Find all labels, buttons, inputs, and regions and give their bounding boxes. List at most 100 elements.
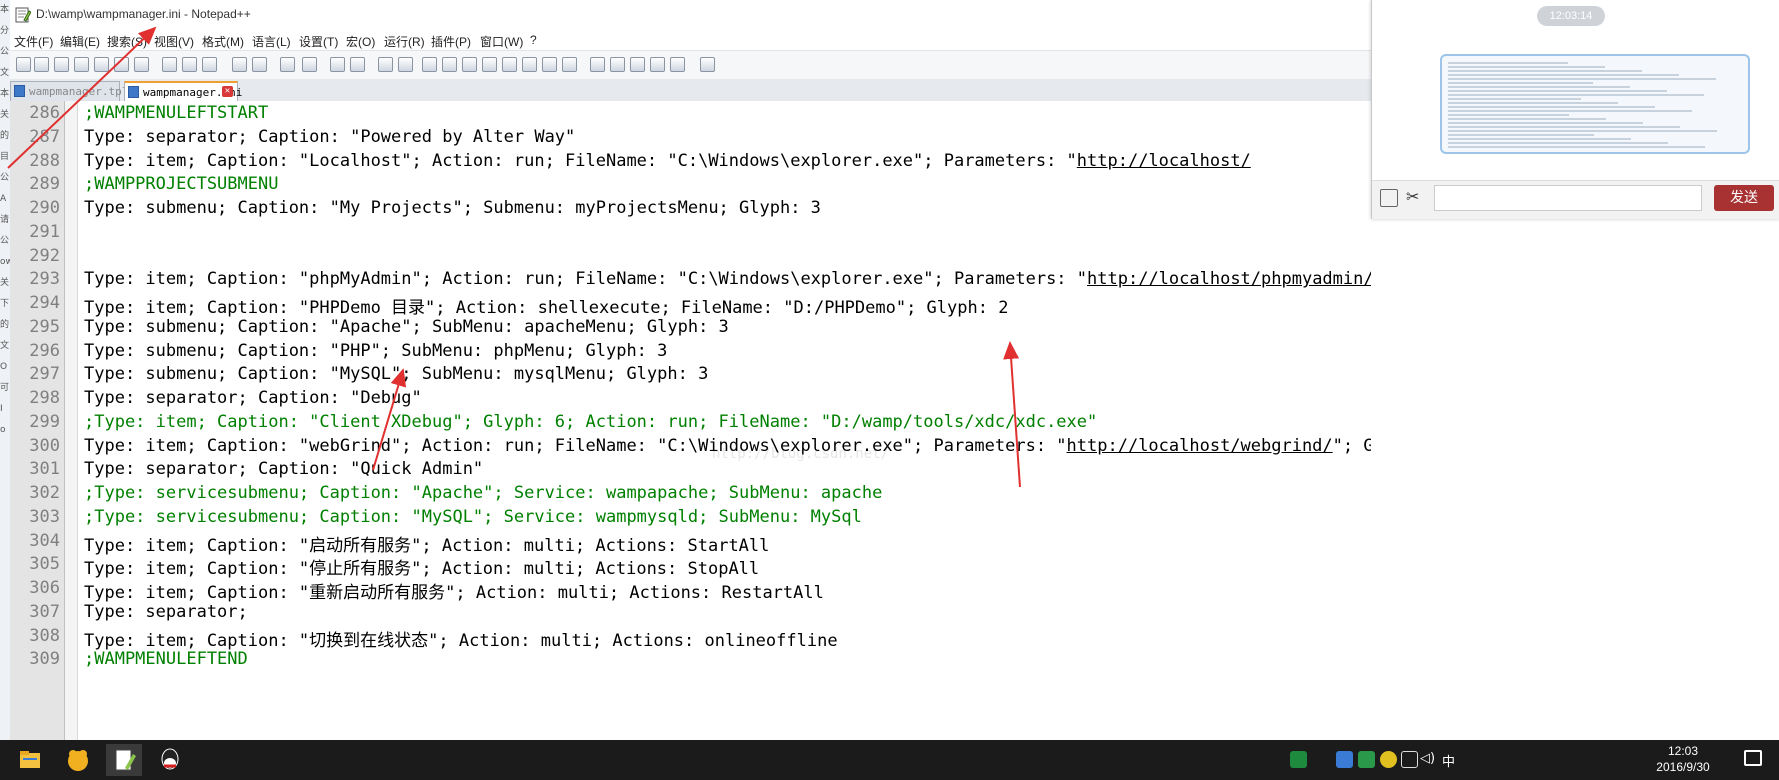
tab-wampmanager-tpl[interactable]: wampmanager.tpl: [10, 81, 128, 101]
tray-360-icon[interactable]: [1380, 751, 1397, 768]
url-link[interactable]: http://localhost/phpmyadmin/: [1087, 269, 1371, 289]
notepadpp-taskbar-icon[interactable]: [106, 744, 142, 776]
background-text-fragment: 目: [0, 152, 10, 162]
word-wrap-icon[interactable]: [422, 57, 437, 72]
tab-wampmanager-ini[interactable]: wampmanager.ini ✕: [124, 81, 242, 101]
run-macro-multiple-icon[interactable]: [650, 57, 665, 72]
notepadpp-window: D:\wamp\wampmanager.ini - Notepad++ 文件(F…: [10, 0, 1371, 740]
background-text-fragment: 公: [0, 236, 10, 246]
line-number: 291: [29, 221, 60, 242]
thumbnail-line: [1448, 106, 1655, 108]
thumbnail-line: [1448, 122, 1643, 124]
background-text-fragment: 文: [0, 341, 10, 351]
code-line: Type: item; Caption: "PHPDemo 目录"; Actio…: [84, 298, 1009, 319]
print-icon[interactable]: [134, 57, 149, 72]
background-text-fragment: 公: [0, 47, 10, 57]
line-number: 301: [29, 459, 60, 480]
stop-macro-icon[interactable]: [610, 57, 625, 72]
menu-item-5[interactable]: 语言(L): [252, 33, 291, 50]
thumbnail-line: [1448, 98, 1581, 100]
run-icon[interactable]: [700, 57, 715, 72]
save-all-icon[interactable]: [74, 57, 89, 72]
menu-item-0[interactable]: 文件(F): [14, 33, 53, 50]
zoom-out-icon[interactable]: [350, 57, 365, 72]
cut-icon[interactable]: [162, 57, 177, 72]
close-icon[interactable]: [94, 57, 109, 72]
line-number: 307: [29, 601, 60, 622]
background-text-fragment: 公: [0, 173, 10, 183]
tray-security-icon[interactable]: [1358, 751, 1375, 768]
line-number: 286: [29, 103, 60, 123]
copy-icon[interactable]: [182, 57, 197, 72]
chat-message-input[interactable]: [1434, 185, 1702, 211]
close-all-icon[interactable]: [114, 57, 129, 72]
code-line: ;WAMPMENULEFTSTART: [84, 103, 269, 123]
line-number: 288: [29, 150, 60, 171]
code-editor[interactable]: http://blog.csdn.net/ 286 ;WAMPMENULEFTST…: [10, 101, 1371, 740]
show-all-chars-icon[interactable]: [442, 57, 457, 72]
url-link[interactable]: http://localhost/: [1077, 151, 1251, 171]
save-macro-icon[interactable]: [670, 57, 685, 72]
notification-center-icon[interactable]: [1744, 750, 1762, 766]
folder-icon[interactable]: [1380, 189, 1398, 207]
background-text-fragment: 的: [0, 320, 10, 330]
function-list-icon[interactable]: [522, 57, 537, 72]
menu-item-2[interactable]: 搜索(S): [107, 33, 147, 50]
replace-icon[interactable]: [302, 57, 317, 72]
menu-item-11[interactable]: ?: [530, 33, 537, 47]
send-button[interactable]: 发送: [1714, 185, 1774, 211]
code-line: Type: item; Caption: "启动所有服务"; Action: m…: [84, 535, 770, 556]
system-clock[interactable]: 12:03 2016/9/30: [1648, 743, 1718, 775]
volume-icon[interactable]: ◁): [1420, 751, 1437, 768]
thumbnail-line: [1448, 66, 1605, 68]
menu-item-10[interactable]: 窗口(W): [480, 33, 523, 50]
code-line: Type: item; Caption: "停止所有服务"; Action: m…: [84, 559, 760, 580]
sync-vertical-icon[interactable]: [378, 57, 393, 72]
sync-horizontal-icon[interactable]: [398, 57, 413, 72]
open-file-icon[interactable]: [34, 57, 49, 72]
tray-app-icon[interactable]: [1290, 751, 1307, 768]
thumbnail-line: [1448, 142, 1668, 144]
code-line: ;WAMPMENULEFTEND: [84, 649, 248, 670]
background-text-fragment: 请: [0, 215, 10, 225]
indent-guide-icon[interactable]: [462, 57, 477, 72]
line-number: 304: [29, 530, 60, 551]
background-text-fragment: o: [0, 425, 6, 435]
background-text-fragment: 文: [0, 68, 10, 78]
menu-item-8[interactable]: 运行(R): [384, 33, 425, 50]
menu-item-3[interactable]: 视图(V): [154, 33, 194, 50]
code-line: Type: item; Caption: "webGrind"; Action:…: [84, 436, 1371, 456]
ime-indicator[interactable]: 中: [1442, 751, 1459, 770]
folder-as-workspace-icon[interactable]: [542, 57, 557, 72]
find-icon[interactable]: [280, 57, 295, 72]
save-icon[interactable]: [54, 57, 69, 72]
record-macro-icon[interactable]: [590, 57, 605, 72]
new-file-icon[interactable]: [16, 57, 31, 72]
undo-icon[interactable]: [232, 57, 247, 72]
browser-icon[interactable]: [60, 744, 96, 776]
doc-map-icon[interactable]: [502, 57, 517, 72]
menu-item-6[interactable]: 设置(T): [299, 33, 338, 50]
file-explorer-icon[interactable]: [12, 744, 48, 776]
thumbnail-line: [1448, 74, 1679, 76]
menu-item-4[interactable]: 格式(M): [202, 33, 244, 50]
network-icon[interactable]: [1401, 751, 1418, 768]
scissors-icon[interactable]: ✂: [1406, 187, 1419, 206]
line-number: 299: [29, 411, 60, 432]
monitoring-icon[interactable]: [562, 57, 577, 72]
thumbnail-line: [1448, 146, 1705, 148]
chat-image-message[interactable]: [1440, 54, 1750, 154]
qq-icon[interactable]: [152, 744, 188, 776]
url-link[interactable]: http://localhost/webgrind/: [1067, 436, 1333, 456]
play-macro-icon[interactable]: [630, 57, 645, 72]
menu-item-9[interactable]: 插件(P): [431, 33, 471, 50]
redo-icon[interactable]: [252, 57, 267, 72]
tray-bluetooth-icon[interactable]: [1336, 751, 1353, 768]
udl-icon[interactable]: [482, 57, 497, 72]
menu-item-7[interactable]: 宏(O): [346, 33, 375, 50]
paste-icon[interactable]: [202, 57, 217, 72]
code-text: Type: item; Caption: "phpMyAdmin"; Actio…: [84, 269, 1088, 290]
close-tab-icon[interactable]: ✕: [222, 86, 233, 97]
zoom-in-icon[interactable]: [330, 57, 345, 72]
menu-item-1[interactable]: 编辑(E): [60, 33, 100, 50]
